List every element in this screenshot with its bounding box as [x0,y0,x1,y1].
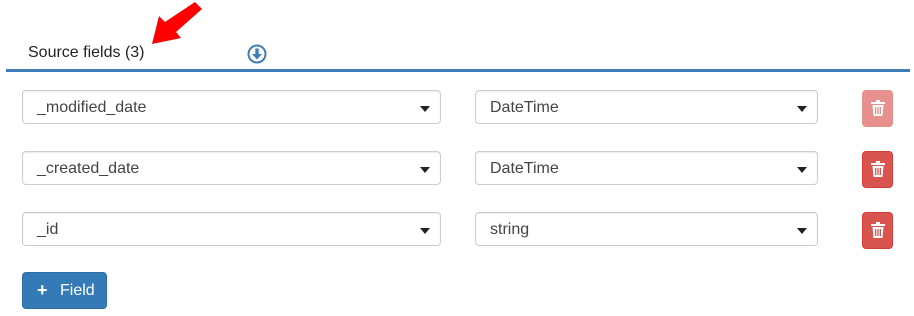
field-type-value: string [490,221,530,238]
field-type-select[interactable]: DateTime [475,90,818,124]
field-name-value: _modified_date [37,99,147,116]
field-name-value: _created_date [37,160,140,177]
add-field-label: Field [60,282,95,299]
trash-icon [871,222,885,238]
delete-field-button[interactable] [862,90,893,127]
field-row: _id string [0,212,914,249]
add-field-button[interactable]: + Field [22,272,107,309]
caret-down-icon [797,167,807,173]
field-name-value: _id [37,221,59,238]
field-row: _modified_date DateTime [0,90,914,127]
field-type-select[interactable]: DateTime [475,151,818,185]
source-fields-title: Source fields (3) [28,44,145,61]
red-arrow-annotation [152,2,202,44]
field-type-value: DateTime [490,99,559,116]
field-name-select[interactable]: _id [22,212,441,246]
field-name-select[interactable]: _created_date [22,151,441,185]
field-row: _created_date DateTime [0,151,914,188]
trash-icon [871,161,885,177]
delete-field-button[interactable] [862,151,893,188]
header-divider [6,69,910,72]
caret-down-icon [420,106,430,112]
trash-icon [871,100,885,116]
caret-down-icon [420,167,430,173]
field-name-select[interactable]: _modified_date [22,90,441,124]
plus-icon: + [37,280,48,300]
circle-arrow-down-icon[interactable] [247,44,267,64]
field-type-select[interactable]: string [475,212,818,246]
caret-down-icon [797,228,807,234]
caret-down-icon [797,106,807,112]
field-type-value: DateTime [490,160,559,177]
delete-field-button[interactable] [862,212,893,249]
caret-down-icon [420,228,430,234]
